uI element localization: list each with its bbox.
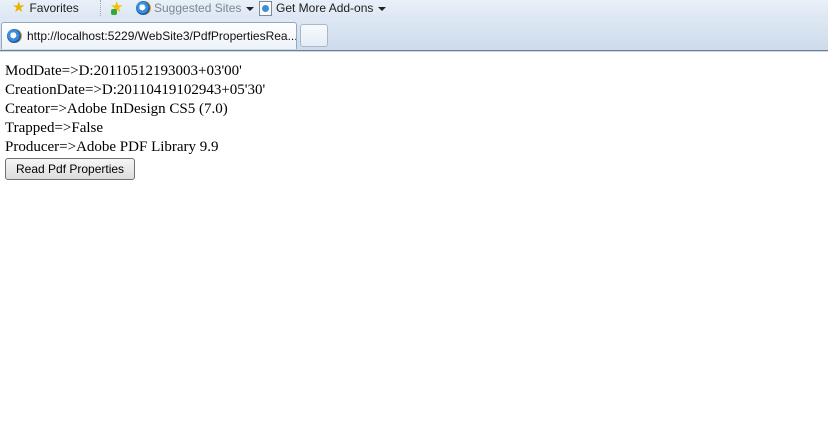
- favorites-bar: ★ Favorites ★ Suggested Sites Get More A…: [0, 0, 828, 18]
- separator: [100, 0, 101, 16]
- tab-strip: http://localhost:5229/WebSite3/PdfProper…: [0, 18, 828, 50]
- new-tab-button[interactable]: [300, 24, 328, 47]
- property-producer: Producer=>Adobe PDF Library 9.9: [5, 139, 219, 155]
- favorites-label: Favorites: [29, 1, 79, 15]
- tab-label: http://localhost:5229/WebSite3/PdfProper…: [27, 29, 297, 43]
- chevron-down-icon: [246, 7, 255, 11]
- get-more-addons-button[interactable]: Get More Add-ons: [259, 0, 387, 16]
- property-trapped: Trapped=>False: [5, 120, 104, 136]
- suggested-sites-label: Suggested Sites: [154, 1, 242, 15]
- chevron-down-icon: [378, 7, 387, 11]
- property-creationdate: CreationDate=>D:20110419102943+05'30': [5, 82, 266, 98]
- get-more-addons-label: Get More Add-ons: [276, 1, 374, 15]
- page-content: ModDate=>D:20110512193003+03'00' Creatio…: [5, 62, 265, 180]
- property-creator: Creator=>Adobe InDesign CS5 (7.0): [5, 101, 228, 117]
- add-to-favorites-button[interactable]: ★: [110, 0, 127, 16]
- add-favorites-icon: ★: [110, 0, 124, 16]
- ie-icon: [136, 1, 150, 15]
- read-pdf-properties-button[interactable]: Read Pdf Properties: [5, 158, 136, 180]
- star-icon: ★: [12, 0, 26, 16]
- frame-border-highlight: [0, 51, 828, 52]
- ie-icon: [7, 29, 21, 43]
- tab-active[interactable]: http://localhost:5229/WebSite3/PdfProper…: [1, 22, 297, 49]
- property-moddate: ModDate=>D:20110512193003+03'00': [5, 63, 242, 79]
- favorites-button[interactable]: ★ Favorites: [12, 0, 79, 16]
- page-icon: [259, 0, 272, 16]
- suggested-sites-button[interactable]: Suggested Sites: [136, 0, 255, 16]
